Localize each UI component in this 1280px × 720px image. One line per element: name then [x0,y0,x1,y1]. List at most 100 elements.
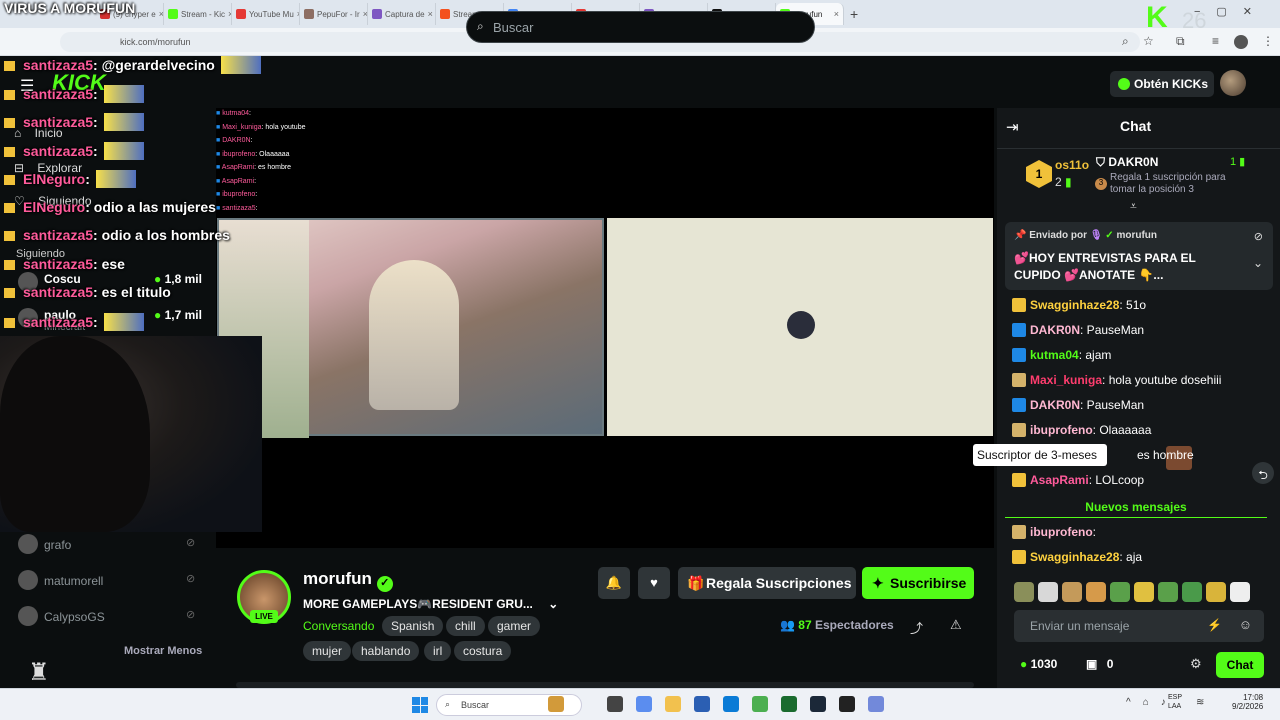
star-icon[interactable]: ☆ [1143,34,1154,48]
chat-message[interactable]: ibuprofeno: [1012,525,1272,547]
gifter-rank-1-name[interactable]: os11o [1055,158,1089,172]
close-tab-icon[interactable]: × [834,9,839,19]
emoji-icon[interactable]: ☺ [1239,617,1252,632]
chat-message[interactable]: DAKR0N: PauseMan [1012,323,1272,345]
start-icon[interactable] [412,697,428,713]
emote-icon[interactable] [1014,582,1034,602]
taskbar-app-icon[interactable] [694,696,710,712]
emote-icon[interactable] [1134,582,1154,602]
user-badge-icon[interactable] [1012,298,1026,312]
emote-icon[interactable] [1206,582,1226,602]
taskbar-app-icon[interactable] [752,696,768,712]
emote-icon[interactable] [1182,582,1202,602]
expand-gifters-icon[interactable]: ⩡ [1130,199,1137,214]
zoom-icon[interactable]: ⌕ [1122,34,1129,49]
taskbar-app-icon[interactable] [810,696,826,712]
send-chat-button[interactable]: Chat [1216,652,1264,678]
tag-spanish[interactable]: Spanish [382,616,444,636]
chat-message[interactable]: Swagginhaze28: aja [1012,550,1272,572]
taskbar-app-icon[interactable] [781,696,797,712]
chat-username[interactable]: Swagginhaze28 [1030,550,1119,564]
subscribe-button[interactable]: ✦ Suscribirse [862,567,974,599]
pinned-message[interactable]: 📌 Enviado por 🎙 ✓ morufun 💕HOY ENTREVIST… [1005,222,1273,290]
browser-tab[interactable]: Stream - Kic× [164,3,232,25]
emote-icon[interactable] [1158,582,1178,602]
follow-heart-button[interactable]: ♥ [638,567,670,599]
user-badge-icon[interactable] [1012,473,1026,487]
stream-category[interactable]: Conversando [303,619,374,633]
tag-irl[interactable]: irl [424,641,452,661]
chat-message[interactable]: DAKR0N: PauseMan [1012,398,1272,420]
user-badge-icon[interactable] [1012,348,1026,362]
clock[interactable]: 17:08 9/2/2026 [1232,693,1263,711]
user-avatar[interactable] [1220,70,1246,96]
taskbar-app-icon[interactable] [868,696,884,712]
close-tab-icon[interactable]: × [428,9,433,19]
user-badge-icon[interactable] [1012,550,1026,564]
chat-input[interactable]: Enviar un mensaje ⚡ ☺ [1014,610,1264,642]
taskbar-app-icon[interactable] [723,696,739,712]
browser-tab[interactable]: YouTube Mu× [232,3,300,25]
get-kicks-button[interactable]: Obtén KICKs [1110,71,1214,97]
tag-mujer[interactable]: mujer [303,641,352,661]
taskbar-app-icon[interactable] [607,696,623,712]
chat-message[interactable]: es hombre [1012,448,1272,470]
user-badge-icon[interactable] [1012,373,1026,387]
user-badge-icon[interactable] [1012,323,1026,337]
browser-tab[interactable]: Captura de× [368,3,436,25]
new-tab-button[interactable]: + [850,6,858,22]
tag-gamer[interactable]: gamer [488,616,541,636]
sidebar-channel-calypsogs[interactable]: CalypsoGS ⊘ [14,602,214,632]
taskbar-app-icon[interactable] [548,696,564,712]
chat-message[interactable]: AsapRami: LOLcoop [1012,473,1272,495]
chevron-down-icon[interactable]: ⌄ [548,597,558,611]
tag-chill[interactable]: chill [446,616,485,636]
collapse-chat-icon[interactable]: ⇥ [1006,118,1019,136]
gift-balance[interactable]: ▣ 0 [1086,657,1113,671]
chat-username[interactable]: kutma04 [1030,348,1079,362]
settings-gear-icon[interactable]: ⚙ [1190,656,1202,672]
taskbar-app-icon[interactable] [839,696,855,712]
emote-icon[interactable] [1038,582,1058,602]
chat-username[interactable]: DAKR0N [1030,398,1080,412]
taskbar-app-icon[interactable] [636,696,652,712]
chat-username[interactable]: Swagginhaze28 [1030,298,1119,312]
sidebar-channel-matumorell[interactable]: matumorell ⊘ [14,566,214,596]
extensions-icon[interactable]: ⧉ [1176,34,1185,49]
sidebar-channel-grafo[interactable]: grafo ⊘ [14,530,214,560]
network-icon[interactable]: ≋ [1196,697,1204,708]
user-badge-icon[interactable] [1012,525,1026,539]
reading-list-icon[interactable]: ≡ [1212,34,1219,48]
channel-name-main[interactable]: morufun ✓ [303,569,393,592]
chat-message[interactable]: ibuprofeno: Olaaaaaa [1012,423,1272,445]
user-badge-icon[interactable] [1012,423,1026,437]
chat-message[interactable]: kutma04: ajam [1012,348,1272,370]
chevron-down-icon[interactable]: ⌄ [1253,256,1263,270]
search-input[interactable]: ⌕ Buscar [466,11,815,43]
user-badge-icon[interactable] [1012,398,1026,412]
report-icon[interactable]: ⚠ [950,617,962,633]
menu-icon[interactable]: ⋮ [1262,34,1274,48]
kicks-balance[interactable]: ● 1030 [1020,657,1057,671]
gifter-rank-2[interactable]: ⛉ DAKR0N [1096,155,1158,170]
emote-icon[interactable] [1230,582,1250,602]
chat-username[interactable]: AsapRami [1030,473,1089,487]
notification-bell-button[interactable]: 🔔 [598,567,630,599]
tag-costura[interactable]: costura [454,641,512,661]
kicks-emote-icon[interactable]: ⚡ [1207,618,1222,632]
chat-username[interactable]: ibuprofeno [1030,423,1093,437]
emote-icon[interactable] [1062,582,1082,602]
show-less-button[interactable]: Mostrar Menos [124,645,202,657]
keyboard-language[interactable]: ESP LAA [1168,693,1192,711]
profile-avatar[interactable] [1234,35,1248,49]
emote-icon[interactable] [1086,582,1106,602]
tag-hablando[interactable]: hablando [352,641,420,661]
emote-icon[interactable] [1110,582,1130,602]
gift-subs-button[interactable]: 🎁 Regala Suscripciones [678,567,856,599]
chat-message[interactable]: Maxi_kuniga: hola youtube dosehiii [1012,373,1272,395]
chat-username[interactable]: DAKR0N [1030,323,1080,337]
chat-username[interactable]: Maxi_kuniga [1030,373,1102,387]
browser-tab[interactable]: PepuFor - Ir × [300,3,368,25]
hide-pin-icon[interactable]: ⊘ [1254,230,1263,243]
chat-username[interactable]: ibuprofeno [1030,525,1093,539]
